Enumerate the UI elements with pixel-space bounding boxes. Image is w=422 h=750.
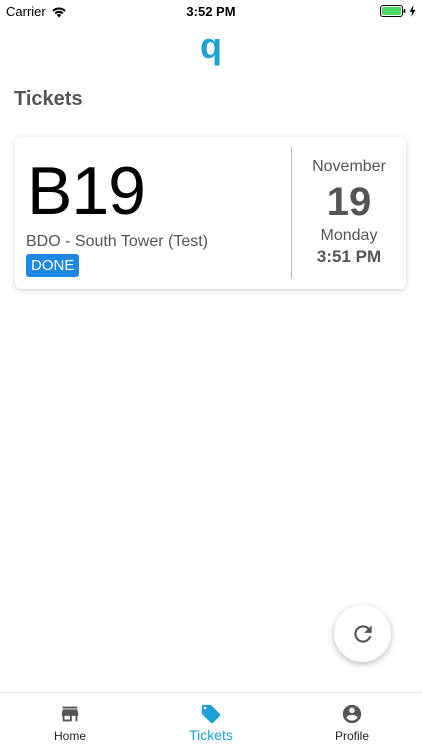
refresh-icon	[353, 624, 372, 643]
ticket-date: November 19 Monday 3:51 PM	[292, 137, 406, 289]
nav-label-home: Home	[53, 729, 86, 743]
battery-indicator	[380, 5, 416, 17]
store-icon	[61, 706, 79, 722]
ticket-month: November	[312, 158, 386, 175]
nav-label-tickets: Tickets	[189, 727, 233, 743]
status-bar: Carrier 3:52 PM	[0, 0, 422, 22]
battery-icon	[380, 5, 406, 17]
account-circle-icon	[342, 704, 362, 724]
ticket-number: B19	[27, 153, 146, 229]
status-badge: DONE	[26, 254, 80, 277]
app-logo: q	[200, 25, 222, 66]
ticket-location: BDO - South Tower (Test)	[26, 233, 208, 250]
charging-bolt-icon	[409, 5, 416, 17]
ticket-time: 3:51 PM	[316, 247, 382, 266]
bottom-nav: Home Tickets Profile	[0, 692, 422, 750]
app-screen: Carrier 3:52 PM q Tickets B19 BDO - Sout…	[0, 0, 422, 750]
ticket-day: 19	[326, 180, 372, 224]
page-title: Tickets	[14, 88, 83, 110]
ticket-weekday: Monday	[320, 227, 378, 244]
nav-label-profile: Profile	[334, 729, 369, 743]
tag-icon	[201, 704, 221, 724]
status-time: 3:52 PM	[186, 4, 236, 19]
nav-item-tickets[interactable]: Tickets	[141, 693, 281, 750]
nav-item-profile[interactable]: Profile	[282, 693, 422, 750]
ticket-card[interactable]: B19 BDO - South Tower (Test) DONE Novemb…	[15, 137, 406, 289]
nav-item-home[interactable]: Home	[0, 693, 140, 750]
refresh-button[interactable]	[334, 605, 391, 662]
